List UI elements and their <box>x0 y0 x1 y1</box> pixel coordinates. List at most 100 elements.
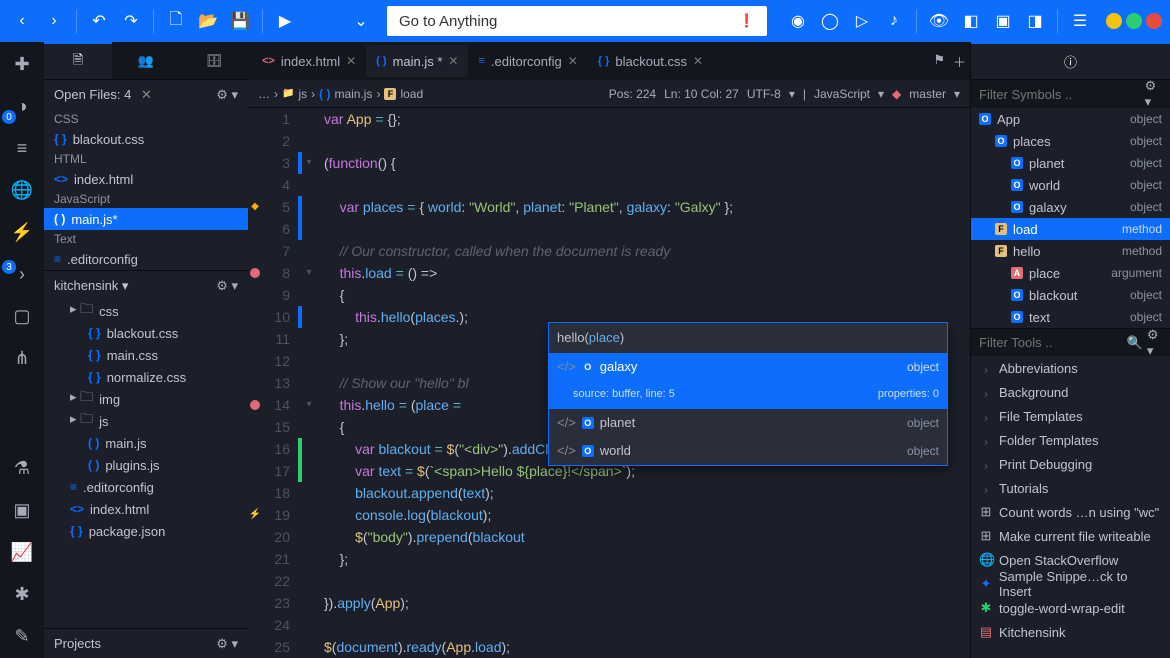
file-item[interactable]: { }blackout.css <box>44 322 248 344</box>
close-tab-icon[interactable]: ✕ <box>346 54 356 68</box>
file-item[interactable]: { }normalize.css <box>44 366 248 388</box>
autocomplete-item[interactable]: </>Oplanetobject <box>549 409 947 437</box>
forward-button[interactable]: › <box>40 7 68 35</box>
symbol-item[interactable]: OAppobject <box>971 108 1170 130</box>
editor-tab[interactable]: <>index.html✕ <box>252 45 366 77</box>
autocomplete-popup[interactable]: hello(place) </>Ogalaxyobjectsource: buf… <box>548 322 948 466</box>
nav-icon[interactable]: ≡ <box>8 134 36 162</box>
status-language[interactable]: JavaScript <box>814 87 870 101</box>
open-file-item[interactable]: ( )main.js* <box>44 208 248 230</box>
flag-icon[interactable]: ⚑ <box>933 52 945 71</box>
file-item[interactable]: { }main.css <box>44 344 248 366</box>
filter-symbols-input[interactable] <box>971 82 1145 107</box>
tab-users[interactable]: 👥 <box>112 42 180 79</box>
save-button[interactable]: 💾 <box>226 7 254 35</box>
tool-item[interactable]: ›File Templates <box>971 404 1170 428</box>
redo-button[interactable]: ↷ <box>117 7 145 35</box>
edit-icon[interactable]: ✎ <box>8 622 36 650</box>
symbol-item[interactable]: Oplanetobject <box>971 152 1170 174</box>
add-tab-icon[interactable]: ＋ <box>953 52 966 71</box>
share-icon[interactable]: ⋔ <box>8 344 36 372</box>
editor-tab[interactable]: ( )main.js *✕ <box>366 45 468 77</box>
tool-item[interactable]: ▤Kitchensink <box>971 620 1170 644</box>
gear-icon[interactable]: ⚙ ▾ <box>1145 78 1164 110</box>
filter-tools-input[interactable] <box>971 330 1127 355</box>
folder-item[interactable]: ▸ 🗀css <box>44 300 248 322</box>
file-item[interactable]: ( )plugins.js <box>44 454 248 476</box>
dropdown-button[interactable]: ⌄ <box>347 7 375 35</box>
tool-item[interactable]: ⊞Make current file writeable <box>971 524 1170 548</box>
symbol-item[interactable]: Ogalaxyobject <box>971 196 1170 218</box>
globe-icon[interactable]: 🌐 <box>8 176 36 204</box>
folder-item[interactable]: ▸ 🗀js <box>44 410 248 432</box>
close-openfiles[interactable]: ✕ <box>137 87 152 102</box>
open-file-item[interactable]: <>index.html <box>44 168 248 190</box>
file-item[interactable]: ( )main.js <box>44 432 248 454</box>
tab-info[interactable]: ⓘ <box>971 42 1170 79</box>
search-icon[interactable]: 🔍 <box>1127 335 1143 351</box>
symbol-item[interactable]: Oblackoutobject <box>971 284 1170 306</box>
gear-icon[interactable]: ⚙ ▾ <box>216 278 238 294</box>
symbol-item[interactable]: Oplacesobject <box>971 130 1170 152</box>
folder-item[interactable]: ▸ 🗀img <box>44 388 248 410</box>
chart-icon[interactable]: 📈 <box>8 538 36 566</box>
code-editor[interactable]: ◆⚡ 1234567891011121314151617181920212223… <box>248 108 970 658</box>
tab-files[interactable]: 🗎 <box>44 42 112 79</box>
tool-item[interactable]: ✦Sample Snippe…ck to Insert <box>971 572 1170 596</box>
open-file-button[interactable]: 📂 <box>194 7 222 35</box>
gear-icon[interactable]: ⚙ ▾ <box>216 636 238 652</box>
tool-item[interactable]: ✱toggle-word-wrap-edit <box>971 596 1170 620</box>
record-button[interactable]: ◉ <box>784 7 812 35</box>
symbol-item[interactable]: Floadmethod <box>971 218 1170 240</box>
editor-tab[interactable]: { }blackout.css✕ <box>588 45 713 77</box>
maximize-button[interactable] <box>1126 13 1142 29</box>
stop-button[interactable]: ◯ <box>816 7 844 35</box>
tool-item[interactable]: ›Print Debugging <box>971 452 1170 476</box>
flask-icon[interactable]: ⚗ <box>8 454 36 482</box>
layout-right-icon[interactable]: ◨ <box>1021 7 1049 35</box>
tool-item[interactable]: ›Tutorials <box>971 476 1170 500</box>
tool-item[interactable]: ›Background <box>971 380 1170 404</box>
ellipsis-icon[interactable]: … <box>258 87 270 101</box>
run-button[interactable]: ▷ <box>848 7 876 35</box>
close-tab-icon[interactable]: ✕ <box>568 54 578 68</box>
editor-tab[interactable]: ≡.editorconfig✕ <box>468 45 587 77</box>
crumb-folder[interactable]: js <box>298 87 307 101</box>
changes-icon[interactable]: 3› <box>8 260 36 288</box>
open-file-item[interactable]: { }blackout.css <box>44 128 248 150</box>
status-branch[interactable]: master <box>909 87 946 101</box>
goto-input[interactable]: Go to Anything ❗ <box>387 6 767 36</box>
autocomplete-item[interactable]: </>Ogalaxyobject <box>549 353 947 381</box>
gear-icon[interactable]: ⚙ ▾ <box>1147 327 1164 359</box>
marks-icon[interactable]: 0◑ <box>8 92 36 120</box>
undo-button[interactable]: ↶ <box>85 7 113 35</box>
symbol-item[interactable]: Oworldobject <box>971 174 1170 196</box>
symbol-item[interactable]: Otextobject <box>971 306 1170 328</box>
eye-icon[interactable]: 👁 <box>925 7 953 35</box>
terminal-icon[interactable]: ▣ <box>8 496 36 524</box>
add-button[interactable]: ✚ <box>8 50 36 78</box>
macro-button[interactable]: ♪ <box>880 7 908 35</box>
new-file-button[interactable]: 🗋 <box>162 7 190 35</box>
file-item[interactable]: { }package.json <box>44 520 248 542</box>
file-item[interactable]: <>index.html <box>44 498 248 520</box>
tool-item[interactable]: ›Folder Templates <box>971 428 1170 452</box>
symbol-item[interactable]: Aplaceargument <box>971 262 1170 284</box>
star-icon[interactable]: ✱ <box>8 580 36 608</box>
tool-item[interactable]: ⊞Count words …n using "wc" <box>971 500 1170 524</box>
back-button[interactable]: ‹ <box>8 7 36 35</box>
open-file-item[interactable]: ≡.editorconfig <box>44 248 248 270</box>
gear-icon[interactable]: ⚙ ▾ <box>216 87 238 103</box>
layout-left-icon[interactable]: ◧ <box>957 7 985 35</box>
autocomplete-item[interactable]: </>Oworldobject <box>549 437 947 465</box>
play-button[interactable]: ▶ <box>271 7 299 35</box>
menu-icon[interactable]: ☰ <box>1066 7 1094 35</box>
layout-center-icon[interactable]: ▣ <box>989 7 1017 35</box>
status-encoding[interactable]: UTF-8 <box>747 87 781 101</box>
bolt-icon[interactable]: ⚡ <box>8 218 36 246</box>
minimize-button[interactable] <box>1106 13 1122 29</box>
tab-database[interactable]: 🗄 <box>180 42 248 79</box>
close-tab-icon[interactable]: ✕ <box>448 54 458 68</box>
crumb-file[interactable]: main.js <box>334 87 372 101</box>
tool-item[interactable]: ›Abbreviations <box>971 356 1170 380</box>
